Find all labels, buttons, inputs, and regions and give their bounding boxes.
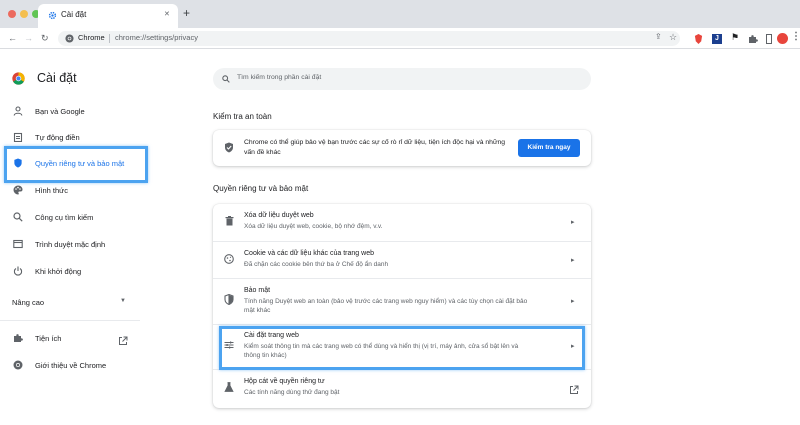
external-link-icon: [569, 382, 579, 400]
extensions-puzzle-icon: [12, 333, 24, 345]
new-tab-button[interactable]: +: [183, 6, 190, 20]
row-description: Các tính năng dùng thử đang bật: [244, 389, 340, 396]
clipboard-icon: [12, 132, 24, 144]
flag-icon[interactable]: ⚑: [731, 32, 739, 43]
bookmark-star-icon[interactable]: ☆: [669, 32, 677, 43]
sidebar-item-label: Tiện ích: [35, 334, 62, 343]
gear-icon: [48, 11, 57, 20]
safety-check-text-line2: vấn đề khác: [244, 149, 281, 156]
sidebar-item-appearance[interactable]: Hình thức: [0, 180, 200, 204]
row-description: Xóa dữ liệu duyệt web, cookie, bộ nhớ đệ…: [244, 223, 383, 230]
flask-icon: [223, 382, 235, 394]
extension-icon[interactable]: J: [712, 34, 722, 44]
sidebar-item-you-and-google[interactable]: Bạn và Google: [0, 101, 200, 125]
share-icon[interactable]: ⇪: [655, 32, 662, 41]
sidebar-panel-icon[interactable]: [766, 34, 772, 44]
privacy-card: Xóa dữ liệu duyệt web Xóa dữ liệu duyệt …: [213, 204, 591, 408]
row-title: Xóa dữ liệu duyệt web: [244, 212, 314, 219]
sidebar-item-label: Khi khởi động: [35, 267, 82, 276]
sidebar-divider: [0, 320, 140, 321]
row-cookies[interactable]: Cookie và các dữ liệu khác của trang web…: [213, 242, 591, 278]
sidebar-item-search-engine[interactable]: Công cụ tìm kiếm: [0, 207, 200, 231]
minimize-window-button[interactable]: [20, 10, 28, 18]
url-text: chrome://settings/privacy: [115, 33, 198, 42]
safety-check-card: Chrome có thể giúp bảo vệ bạn trước các …: [213, 130, 591, 166]
browser-toolbar: ← → ↻ Chrome chrome://settings/privacy ⇪…: [0, 28, 800, 49]
brave-shield-icon[interactable]: [694, 34, 703, 44]
back-icon[interactable]: ←: [8, 31, 17, 46]
close-window-button[interactable]: [8, 10, 16, 18]
power-icon: [12, 266, 24, 278]
chevron-right-icon: ▸: [571, 257, 575, 264]
site-chip: Chrome: [78, 33, 105, 42]
sidebar-item-label: Hình thức: [35, 186, 68, 195]
browser-icon: [12, 239, 24, 251]
chrome-logo-icon: [12, 72, 25, 85]
row-title: Cookie và các dữ liệu khác của trang web: [244, 250, 374, 257]
row-description: Đã chặn các cookie bên thứ ba ở Chế độ ẩ…: [244, 261, 389, 268]
palette-icon: [12, 185, 24, 197]
chevron-right-icon: ▸: [571, 219, 575, 226]
omnibox-divider: [109, 34, 110, 43]
person-icon: [12, 106, 24, 118]
sidebar-item-label: Tự động điền: [35, 133, 80, 142]
search-icon: [222, 75, 230, 83]
row-description-line2: mật khác: [244, 307, 271, 314]
chrome-logo-icon: [12, 360, 24, 372]
row-description: Tính năng Duyệt web an toàn (bảo vệ trướ…: [244, 298, 528, 305]
tab-close-icon[interactable]: ✕: [164, 10, 170, 18]
privacy-heading: Quyền riêng tư và bảo mật: [213, 184, 309, 193]
reload-icon[interactable]: ↻: [41, 31, 49, 46]
sidebar-item-default-browser[interactable]: Trình duyệt mặc định: [0, 234, 200, 258]
safety-check-heading: Kiểm tra an toàn: [213, 112, 272, 121]
page-title: Cài đặt: [37, 71, 77, 85]
advanced-label: Nâng cao: [12, 298, 45, 307]
check-now-button[interactable]: Kiểm tra ngay: [518, 139, 580, 157]
sidebar-item-on-startup[interactable]: Khi khởi động: [0, 261, 200, 285]
row-title: Hộp cát về quyền riêng tư: [244, 378, 325, 385]
sidebar-item-label: Công cụ tìm kiếm: [35, 213, 94, 222]
sidebar-advanced-toggle[interactable]: Nâng cao ▼: [0, 292, 140, 316]
chevron-down-icon: ▼: [120, 298, 126, 304]
sidebar-item-label: Trình duyệt mặc định: [35, 240, 106, 249]
search-icon: [12, 212, 24, 224]
row-clear-browsing-data[interactable]: Xóa dữ liệu duyệt web Xóa dữ liệu duyệt …: [213, 204, 591, 241]
highlight-box-site-settings: [219, 326, 585, 370]
safety-check-text-line1: Chrome có thể giúp bảo vệ bạn trước các …: [244, 139, 506, 146]
tab-settings[interactable]: Cài đặt ✕: [38, 4, 178, 28]
chrome-logo-icon: [65, 34, 74, 43]
sidebar-item-label: Bạn và Google: [35, 107, 85, 116]
extensions-puzzle-icon[interactable]: [748, 34, 758, 44]
external-link-icon: [118, 333, 128, 351]
address-bar[interactable]: Chrome chrome://settings/privacy ⇪ ☆: [58, 31, 680, 46]
menu-kebab-icon[interactable]: ⋮: [791, 31, 800, 42]
chevron-right-icon: ▸: [571, 298, 575, 305]
search-input[interactable]: Tìm kiếm trong phần cài đặt: [237, 74, 321, 81]
sidebar-item-label: Giới thiệu về Chrome: [35, 361, 107, 370]
browser-tab-bar: Cài đặt ✕ +: [0, 0, 800, 28]
row-security[interactable]: Bảo mật Tính năng Duyệt web an toàn (bảo…: [213, 279, 591, 324]
shield-icon: [223, 293, 235, 307]
trash-icon: [223, 216, 235, 228]
cookie-icon: [223, 254, 235, 266]
sidebar-item-extensions[interactable]: Tiện ích: [0, 328, 140, 352]
highlight-box-privacy: [4, 146, 148, 183]
forward-icon[interactable]: →: [24, 31, 33, 46]
sidebar-item-about-chrome[interactable]: Giới thiệu về Chrome: [0, 355, 140, 379]
row-privacy-sandbox[interactable]: Hộp cát về quyền riêng tư Các tính năng …: [213, 370, 591, 406]
tab-title: Cài đặt: [61, 10, 87, 19]
shield-check-icon: [223, 142, 235, 155]
profile-avatar[interactable]: [777, 33, 788, 44]
settings-search[interactable]: Tìm kiếm trong phần cài đặt: [213, 68, 591, 90]
row-title: Bảo mật: [244, 287, 271, 294]
